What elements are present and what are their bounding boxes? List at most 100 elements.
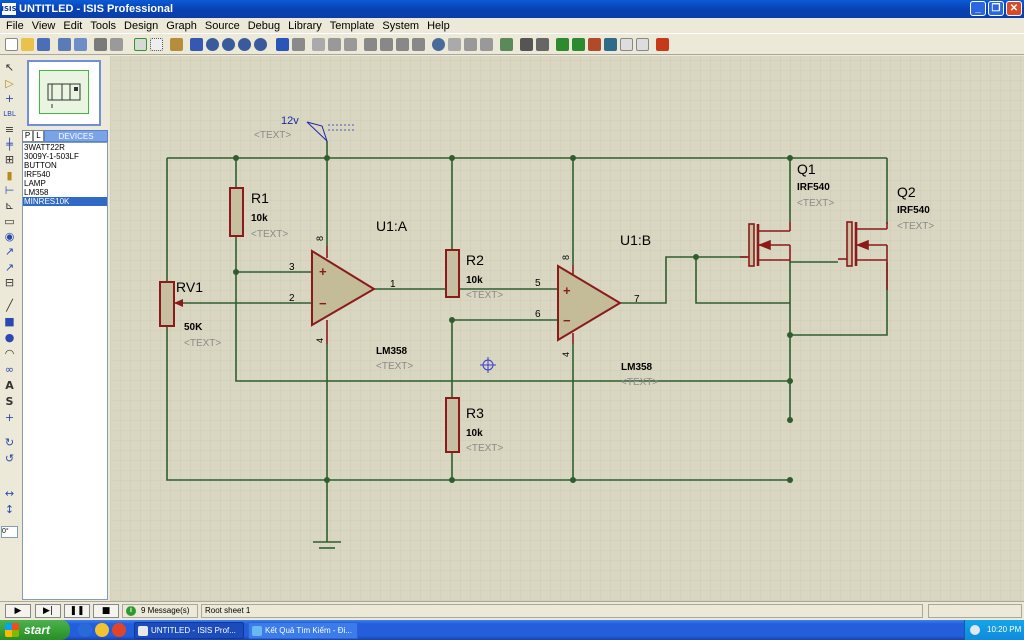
generator-icon[interactable]: ◉: [3, 231, 16, 243]
devices-tab[interactable]: DEVICES: [44, 130, 108, 142]
bus-icon[interactable]: ╪: [3, 139, 16, 151]
r2-value-label[interactable]: 10k: [466, 275, 483, 286]
bom-icon[interactable]: [604, 38, 617, 51]
cut-icon[interactable]: [312, 38, 325, 51]
q1-ref-label[interactable]: Q1: [797, 161, 816, 177]
rotate-anticlockwise-icon[interactable]: ↺: [3, 453, 16, 465]
graph-mode-icon[interactable]: ⊾: [3, 200, 16, 212]
messages-box[interactable]: i 9 Message(s): [122, 604, 198, 618]
power-label[interactable]: 12v: [281, 115, 299, 127]
packaging-tool-icon[interactable]: [464, 38, 477, 51]
menu-file[interactable]: File: [2, 20, 28, 32]
wire-label-icon[interactable]: LBL: [3, 108, 16, 120]
network-icon[interactable]: [970, 625, 980, 635]
rv1-ref-label[interactable]: RV1: [176, 279, 203, 295]
path-tool-icon[interactable]: ∞: [3, 364, 16, 376]
q2-value-label[interactable]: IRF540: [897, 205, 930, 216]
zoom-out-icon[interactable]: [222, 38, 235, 51]
menu-view[interactable]: View: [28, 20, 60, 32]
overview-window[interactable]: [27, 60, 101, 126]
exit-to-parent-icon[interactable]: [588, 38, 601, 51]
r3-ref-label[interactable]: R3: [466, 405, 484, 421]
device-item[interactable]: 3WATT22R: [23, 143, 107, 152]
device-pins-icon[interactable]: ⊢: [3, 185, 16, 197]
minimize-button[interactable]: _: [970, 1, 986, 16]
mirror-x-icon[interactable]: ↔: [3, 488, 16, 500]
rotate-clockwise-icon[interactable]: ↻: [3, 437, 16, 449]
restore-button[interactable]: ❐: [988, 1, 1004, 16]
u1a-ref-label[interactable]: U1:A: [376, 218, 408, 234]
remove-sheet-icon[interactable]: [572, 38, 585, 51]
device-item[interactable]: BUTTON: [23, 161, 107, 170]
subcircuit-icon[interactable]: ⊞: [3, 154, 16, 166]
terminals-icon[interactable]: ▮: [3, 170, 16, 182]
internet-explorer-icon[interactable]: [78, 623, 92, 637]
u1a-value-label[interactable]: LM358: [376, 346, 408, 357]
copy-icon[interactable]: [328, 38, 341, 51]
netlist-icon[interactable]: [636, 38, 649, 51]
zoom-all-icon[interactable]: [238, 38, 251, 51]
voltage-probe-icon[interactable]: ↗: [3, 246, 16, 258]
search-tag-icon[interactable]: [520, 38, 533, 51]
task-isis[interactable]: UNTITLED - ISIS Prof...: [134, 622, 244, 639]
open-folder-icon[interactable]: [21, 38, 34, 51]
zoom-area-icon[interactable]: [254, 38, 267, 51]
r1-resistor[interactable]: [229, 187, 244, 237]
print-icon[interactable]: [94, 38, 107, 51]
text-script-icon[interactable]: ≡: [3, 124, 16, 136]
r3-value-label[interactable]: 10k: [466, 428, 483, 439]
r1-ref-label[interactable]: R1: [251, 190, 269, 206]
pan-icon[interactable]: [190, 38, 203, 51]
r2-resistor[interactable]: [445, 249, 460, 298]
arc-tool-icon[interactable]: ◠: [3, 348, 16, 360]
block-move-icon[interactable]: [380, 38, 393, 51]
mirror-y-icon[interactable]: ↕: [3, 504, 16, 516]
rv1-potentiometer[interactable]: [159, 281, 175, 327]
menu-system[interactable]: System: [378, 20, 423, 32]
r2-ref-label[interactable]: R2: [466, 252, 484, 268]
u1b-value-label[interactable]: LM358: [621, 362, 653, 373]
grid-icon[interactable]: [150, 38, 163, 51]
play-button[interactable]: ▶: [5, 604, 31, 618]
q2-ref-label[interactable]: Q2: [897, 184, 916, 200]
device-item[interactable]: 3009Y-1-503LF: [23, 152, 107, 161]
menu-help[interactable]: Help: [423, 20, 454, 32]
new-sheet-icon[interactable]: [556, 38, 569, 51]
new-file-icon[interactable]: [5, 38, 18, 51]
symbol-tool-icon[interactable]: S: [3, 396, 16, 408]
messenger-icon[interactable]: [95, 623, 109, 637]
menu-design[interactable]: Design: [120, 20, 162, 32]
origin-icon[interactable]: [170, 38, 183, 51]
selection-mode-icon[interactable]: ↖: [3, 62, 16, 74]
property-assignment-icon[interactable]: [536, 38, 549, 51]
zoom-in-icon[interactable]: [206, 38, 219, 51]
browser-icon[interactable]: [112, 623, 126, 637]
redo-icon[interactable]: [292, 38, 305, 51]
menu-debug[interactable]: Debug: [244, 20, 284, 32]
menu-template[interactable]: Template: [326, 20, 379, 32]
block-delete-icon[interactable]: [412, 38, 425, 51]
rv1-value-label[interactable]: 50K: [184, 322, 203, 333]
junction-dot-icon[interactable]: +: [3, 93, 16, 105]
device-item[interactable]: IRF540: [23, 170, 107, 179]
device-item-selected[interactable]: MINRES10K: [23, 197, 107, 206]
block-rotate-icon[interactable]: [396, 38, 409, 51]
decompose-icon[interactable]: [480, 38, 493, 51]
menu-library[interactable]: Library: [284, 20, 326, 32]
task-browser[interactable]: Kết Quả Tìm Kiếm - Đi...: [248, 622, 358, 639]
import-icon[interactable]: [58, 38, 71, 51]
q1-value-label[interactable]: IRF540: [797, 182, 830, 193]
schematic-editing-window[interactable]: 12v <TEXT> RV1 50K <TEXT> R1 10k <TEXT> …: [110, 56, 1024, 601]
block-copy-icon[interactable]: [364, 38, 377, 51]
device-item[interactable]: LAMP: [23, 179, 107, 188]
make-device-icon[interactable]: [448, 38, 461, 51]
tape-recorder-icon[interactable]: ▭: [3, 216, 16, 228]
r3-resistor[interactable]: [445, 397, 460, 453]
device-item[interactable]: LM358: [23, 188, 107, 197]
component-mode-icon[interactable]: ▷: [3, 78, 16, 90]
pick-device-icon[interactable]: [432, 38, 445, 51]
line-tool-icon[interactable]: ╱: [3, 300, 16, 312]
stop-button[interactable]: ■: [93, 604, 119, 618]
marker-tool-icon[interactable]: +: [3, 412, 16, 424]
pause-button[interactable]: ❚❚: [64, 604, 90, 618]
